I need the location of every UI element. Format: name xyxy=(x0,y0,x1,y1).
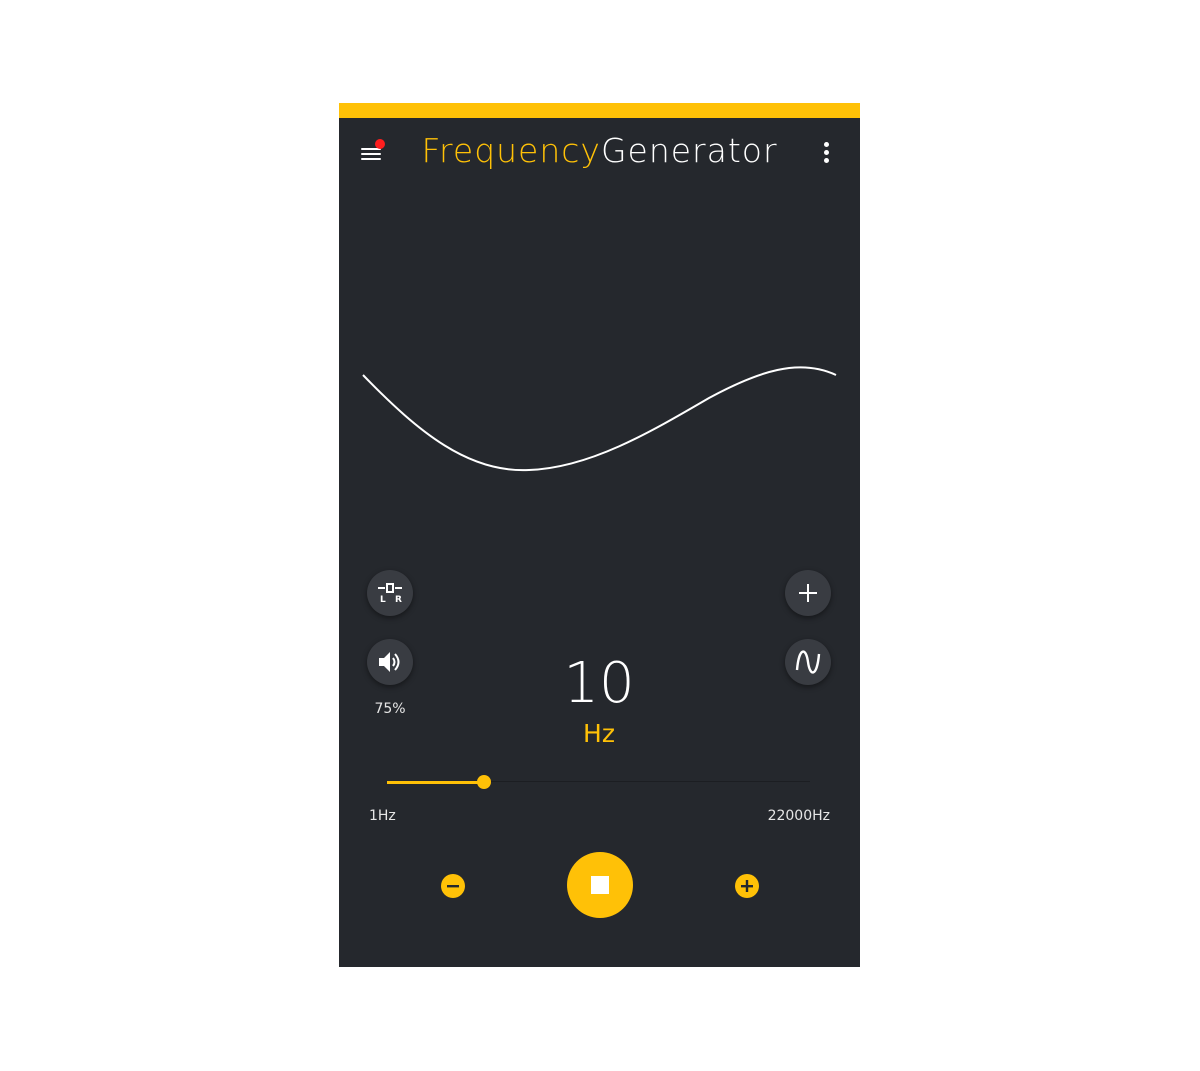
increase-frequency-button[interactable] xyxy=(735,874,759,898)
stereo-right-label: R xyxy=(395,595,402,605)
app-title: FrequencyGenerator xyxy=(339,131,860,170)
plus-icon xyxy=(799,584,817,602)
frequency-unit: Hz xyxy=(583,719,615,748)
frequency-value[interactable]: 10 xyxy=(499,651,699,716)
waveform-display xyxy=(362,366,837,472)
slider-max-label: 22000Hz xyxy=(767,808,830,824)
status-bar xyxy=(339,103,860,118)
sine-wave-icon xyxy=(795,650,821,674)
add-tone-button[interactable] xyxy=(785,570,831,616)
app-title-part2: Generator xyxy=(600,131,778,170)
app-screen: FrequencyGenerator L R 75% 10 Hz 1Hz 220… xyxy=(339,103,860,967)
stop-button[interactable] xyxy=(567,852,633,918)
minus-circle-icon xyxy=(447,885,459,888)
slider-min-label: 1Hz xyxy=(369,808,396,824)
overflow-menu-button[interactable] xyxy=(813,139,839,167)
waveform-select-button[interactable] xyxy=(785,639,831,685)
speaker-volume-icon xyxy=(379,652,400,672)
decrease-frequency-button[interactable] xyxy=(441,874,465,898)
plus-circle-icon xyxy=(741,880,753,892)
app-title-part1: Frequency xyxy=(421,131,601,170)
waveform-line xyxy=(362,366,837,472)
volume-percent: 75% xyxy=(374,701,406,717)
left-right-channel-icon: L R xyxy=(378,583,402,605)
volume-button[interactable] xyxy=(367,639,413,685)
frequency-slider-thumb[interactable] xyxy=(477,775,492,789)
stop-icon xyxy=(591,876,609,894)
stereo-balance-button[interactable]: L R xyxy=(367,570,413,616)
frequency-slider-fill xyxy=(387,781,485,784)
stereo-left-label: L xyxy=(380,595,386,605)
